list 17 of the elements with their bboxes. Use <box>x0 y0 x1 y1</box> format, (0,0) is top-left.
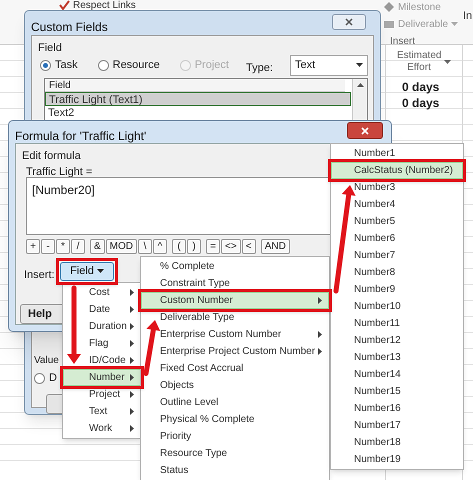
group-label: Edit formula <box>22 149 81 164</box>
window-title: Formula for 'Traffic Light' <box>15 128 146 145</box>
radio-label: D <box>49 371 57 386</box>
field-label: Type: <box>246 61 273 76</box>
field-label: Traffic Light = <box>26 165 92 180</box>
ribbon-label: In <box>463 9 472 24</box>
radio-label: Task <box>55 58 78 73</box>
group-label: Insert <box>390 35 416 49</box>
radio-label: Project <box>194 58 229 73</box>
column-header: Field <box>45 79 345 92</box>
table-cell-text: 0 days <box>402 79 440 96</box>
group-label: Field <box>38 41 62 56</box>
field-label: Insert: <box>24 268 55 283</box>
group-label: Value <box>34 354 59 368</box>
table-cell-text: 0 days <box>402 95 440 112</box>
window-title: Custom Fields <box>31 19 108 36</box>
radio-label: Resource <box>112 58 160 73</box>
